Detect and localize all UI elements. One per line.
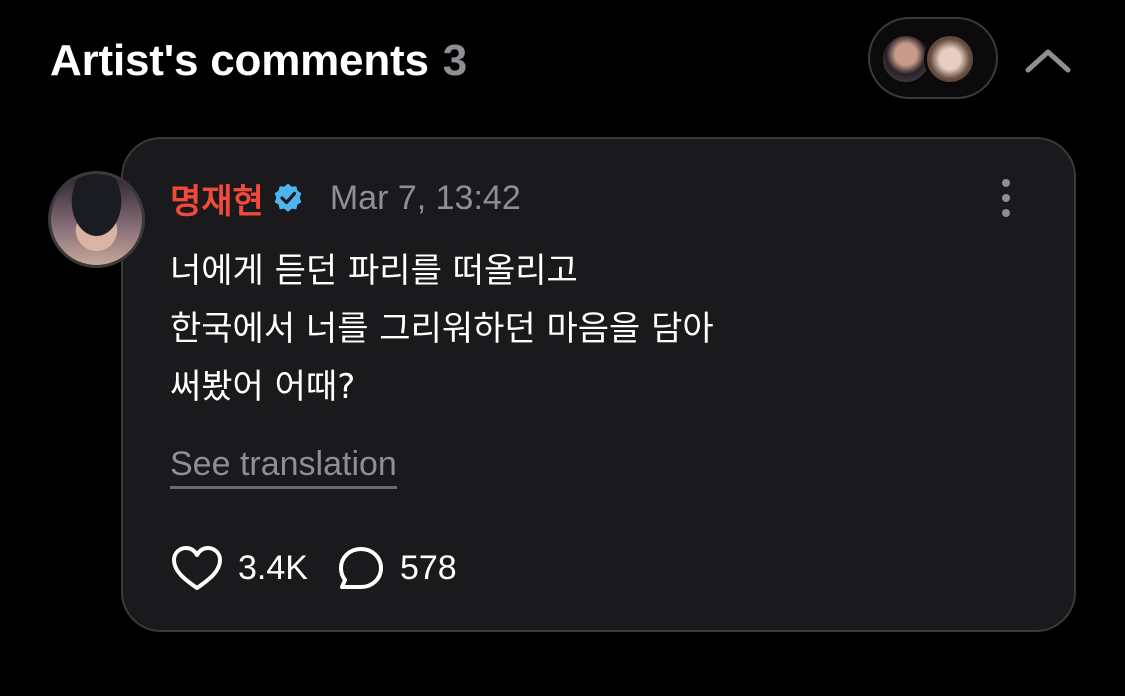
author-name[interactable]: 명재현: [170, 174, 264, 223]
artist-comments-screen: Artist's comments 3 명재현 Mar 7, 13:42 너에게…: [0, 0, 1125, 696]
section-title: Artist's comments: [50, 36, 429, 85]
comment-body: 너에게 듣던 파리를 떠올리고 한국에서 너를 그리워하던 마음을 담아 써봤어…: [170, 242, 1030, 416]
like-button[interactable]: 3.4K: [170, 544, 308, 592]
artist-avatar-group[interactable]: [868, 17, 998, 99]
comment-meta: 명재현 Mar 7, 13:42: [170, 174, 521, 223]
verified-badge-icon: [272, 182, 304, 214]
more-vertical-icon: [1002, 179, 1010, 187]
more-dot: [1002, 209, 1010, 217]
like-count: 3.4K: [238, 548, 308, 587]
avatar[interactable]: [48, 171, 145, 268]
comment-line: 써봤어 어때?: [170, 367, 356, 407]
timestamp: Mar 7, 13:42: [329, 178, 521, 217]
comment-line: 한국에서 너를 그리워하던 마음을 담아: [170, 309, 714, 349]
artist-avatar-2: [924, 33, 976, 85]
heart-icon: [172, 546, 222, 590]
comment-actions: 3.4K 578: [170, 543, 457, 593]
section-header: Artist's comments 3: [50, 36, 467, 86]
comment-count: 3: [442, 36, 468, 85]
more-options-button[interactable]: [990, 176, 1022, 220]
see-translation-link[interactable]: See translation: [170, 445, 397, 489]
speech-bubble-icon: [338, 547, 383, 589]
reply-button[interactable]: 578: [336, 544, 457, 592]
comment-line: 너에게 듣던 파리를 떠올리고: [170, 251, 578, 291]
more-dot: [1002, 194, 1010, 202]
chevron-up-icon: [1025, 49, 1071, 73]
collapse-button[interactable]: [1016, 34, 1080, 86]
reply-count: 578: [399, 548, 457, 587]
